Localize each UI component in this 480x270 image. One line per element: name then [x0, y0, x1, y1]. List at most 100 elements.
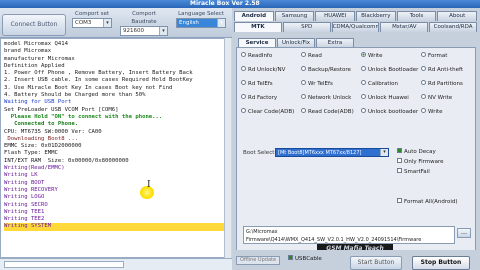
start-button[interactable]: Start Button: [350, 256, 402, 270]
log-line: Set PreLoader USB VCOM Port [COM6]: [4, 106, 119, 113]
title-bar: Miracle Box Ver 2.58: [0, 0, 480, 8]
log-line: Writing SECRO: [4, 201, 48, 208]
tab-cdma-qualcomm-lg[interactable]: CDMA/Qualcomm/LG: [331, 22, 380, 32]
checkbox-icon: [397, 168, 402, 173]
language-label: Language Select: [178, 11, 224, 17]
tab-spd[interactable]: SPD: [282, 22, 331, 32]
tab-samsung[interactable]: Samsung: [274, 11, 315, 21]
checkbox-auto-decay[interactable]: Auto Decay: [397, 148, 436, 156]
radio-icon: [421, 66, 426, 71]
radio-icon: [301, 94, 306, 99]
baudrate-select[interactable]: 921600 ▾: [120, 26, 168, 36]
option-calibration[interactable]: Calibration: [361, 80, 398, 88]
checkbox-smartfail[interactable]: SmartFail: [397, 168, 430, 176]
com-port-select[interactable]: COM3 ▾: [72, 18, 112, 28]
radio-icon: [301, 80, 306, 85]
option-readinfo[interactable]: ReadInfo: [241, 52, 272, 60]
language-field: Language Select English ▾: [176, 10, 226, 28]
option-label: Format: [428, 53, 448, 59]
option-label: Rd Anti-theft: [428, 67, 464, 73]
option-label: Wr TelEfs: [308, 81, 333, 87]
option-rd-telefs[interactable]: Rd TelEfs: [241, 80, 273, 88]
log-line: Writing RECOVERY: [4, 186, 58, 193]
option-write[interactable]: Write: [361, 52, 383, 60]
log-line: CPU: MT6735 SW:0000 Ver: CA00: [4, 128, 102, 135]
radio-icon: [361, 80, 366, 85]
tab-huawei[interactable]: HUAWEI: [315, 11, 356, 21]
com-port-value: COM3: [75, 20, 92, 26]
firmware-path-input[interactable]: G:\Micromax Firmware\Q414\WMX_Q414_SW_V2…: [243, 226, 455, 244]
radio-icon: [241, 66, 246, 71]
status-area: [0, 258, 232, 270]
option-read-code-adb-[interactable]: Read Code(ADB): [301, 108, 354, 116]
checkbox-label: Only Firmware: [404, 159, 444, 165]
option-nv-write[interactable]: NV Write: [421, 94, 452, 102]
stop-button[interactable]: Stop Button: [412, 256, 470, 270]
checkbox-icon: [288, 255, 293, 260]
boot-select[interactable]: [Mt Boot8]MT6xxx MT67xx/8127] ▾: [275, 148, 389, 157]
option-format[interactable]: Format: [421, 52, 447, 60]
log-line: Downloading Boot8 ...: [4, 135, 79, 142]
log-scrollbar[interactable]: [224, 38, 231, 258]
connect-button[interactable]: Connect Button: [2, 14, 66, 36]
option-unlock-bootloader[interactable]: Unlock bootloader: [361, 108, 418, 116]
browse-folder-button[interactable]: …: [457, 228, 471, 238]
radio-icon: [301, 52, 306, 57]
checkbox-format-all-android-[interactable]: Format All(Android): [397, 198, 458, 206]
log-line: 3. Use Miracle Boot Key In cases Boot ke…: [4, 84, 173, 91]
option-read[interactable]: Read: [301, 52, 322, 60]
log-line: 4. Battery Should be Charged more than 5…: [4, 92, 146, 99]
tab-tools[interactable]: Tools: [396, 11, 437, 21]
checkbox-icon: [397, 148, 402, 153]
chipset-tabs: MTKSPDCDMA/Qualcomm/LGMstar/AVCoolsand/R…: [234, 22, 478, 32]
com-port-field: Comport set COM3 ▾: [72, 10, 112, 28]
option-label: NV Write: [428, 95, 453, 101]
option-label: Network Unlock: [308, 95, 352, 101]
tab-about[interactable]: About: [437, 11, 478, 21]
tab-android[interactable]: Android: [234, 11, 274, 21]
tab-blackberry[interactable]: Blackberry: [356, 11, 396, 21]
checkbox-only-firmware[interactable]: Only Firmware: [397, 158, 444, 166]
usb-cable-checkbox[interactable]: USBCable: [288, 255, 322, 263]
log-line: 2. Insert USB cable. In some cases Requi…: [4, 77, 193, 84]
option-backup-restore[interactable]: Backup/Restore: [301, 66, 351, 74]
log-line: manufacturer Micromax: [4, 55, 75, 62]
progress-bar: [4, 261, 124, 268]
log-line: Connected to Phone.: [4, 121, 79, 128]
tab-mstar-av[interactable]: Mstar/AV: [380, 22, 429, 32]
right-panel: Android Samsung HUAWEI Blackberry Tools About…: [232, 8, 480, 270]
log-line: brand Micromax: [4, 48, 52, 55]
option-label: Read: [308, 53, 322, 59]
option-unlock-huawei[interactable]: Unlock Huawei: [361, 94, 409, 102]
option-write[interactable]: Write: [421, 108, 443, 116]
log-line: Flash Type: EMMC: [4, 150, 58, 157]
tab-coolsand-rda[interactable]: Coolsand/RDA: [429, 22, 477, 32]
log-line: Writing LOGO: [4, 194, 45, 201]
option-network-unlock[interactable]: Network Unlock: [301, 94, 351, 102]
option-rd-anti-theft[interactable]: Rd Anti-theft: [421, 66, 463, 74]
option-wr-telefs[interactable]: Wr TelEfs: [301, 80, 333, 88]
option-unlock-bootloader[interactable]: Unlock Bootloader: [361, 66, 418, 74]
option-rd-partitions[interactable]: Rd Partitions: [421, 80, 463, 88]
tab-mtk[interactable]: MTK: [234, 22, 282, 32]
checkbox-icon: [397, 198, 402, 203]
radio-icon: [361, 94, 366, 99]
radio-icon: [421, 108, 426, 113]
action-bar: Offline Update USBCable Start Button Sto…: [232, 250, 480, 270]
option-label: Backup/Restore: [308, 67, 351, 73]
service-panel: ReadInfo Rd Unlock/NV Rd TelEfs Rd Factory C…: [236, 47, 476, 259]
radio-icon: [301, 66, 306, 71]
language-select[interactable]: English ▾: [176, 18, 226, 28]
option-clear-code-adb-[interactable]: Clear Code(ADB): [241, 108, 294, 116]
option-rd-factory[interactable]: Rd Factory: [241, 94, 277, 102]
radio-icon: [361, 66, 366, 71]
offline-update-button[interactable]: Offline Update: [236, 256, 280, 265]
com-port-label: Comport set: [75, 11, 109, 17]
option-rd-unlock-nv[interactable]: Rd Unlock/NV: [241, 66, 285, 74]
chevron-down-icon: ▾: [159, 27, 167, 35]
log-line: Please Hold "ON" to connect with the pho…: [4, 113, 163, 120]
language-value: English: [179, 20, 199, 26]
radio-icon: [421, 80, 426, 85]
checkbox-label: SmartFail: [404, 169, 430, 175]
brand-tabs: Android Samsung HUAWEI Blackberry Tools About: [234, 11, 478, 21]
